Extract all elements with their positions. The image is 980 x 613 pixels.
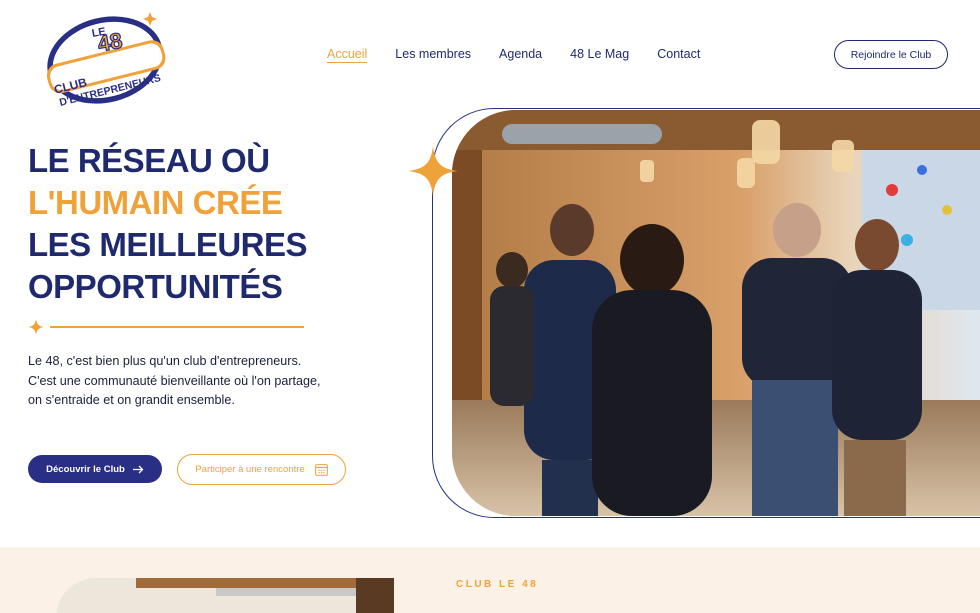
- sparkle-icon: [408, 146, 458, 196]
- headline-line-2: L'HUMAIN CRÉE: [28, 184, 283, 221]
- club-logo[interactable]: LE 48 CLUB D'ENTREPRENEURS: [38, 4, 172, 108]
- discover-club-label: Découvrir le Club: [46, 463, 125, 475]
- nav-item-agenda[interactable]: Agenda: [499, 46, 542, 63]
- hero-intro: Le 48, c'est bien plus qu'un club d'entr…: [28, 352, 348, 411]
- about-photo-image: [56, 578, 394, 613]
- nav-item-48-le-mag[interactable]: 48 Le Mag: [570, 46, 629, 63]
- networking-event-photo: [452, 110, 980, 516]
- headline-divider: [28, 318, 304, 336]
- logo-number-text: 48: [96, 28, 124, 57]
- about-section-kicker: CLUB LE 48: [456, 579, 539, 590]
- intro-line-3: on s'entraide et on grandit ensemble.: [28, 393, 235, 407]
- about-section-photo: [56, 578, 394, 613]
- hero-photo: [452, 110, 980, 516]
- discover-club-button[interactable]: Découvrir le Club: [28, 455, 162, 483]
- headline-line-1: LE RÉSEAU OÙ: [28, 142, 270, 179]
- hero-headline: LE RÉSEAU OÙ L'HUMAIN CRÉE LES MEILLEURE…: [28, 140, 308, 308]
- nav-item-accueil[interactable]: Accueil: [327, 46, 368, 63]
- intro-line-2: C'est une communauté bienveillante où l'…: [28, 373, 321, 388]
- headline-line-4: OPPORTUNITÉS: [28, 268, 283, 305]
- join-meeting-label: Participer à une rencontre: [195, 464, 305, 475]
- headline-line-3: LES MEILLEURES: [28, 226, 308, 263]
- join-club-button[interactable]: Rejoindre le Club: [834, 40, 948, 69]
- main-nav: Accueil Les membres Agenda 48 Le Mag Con…: [327, 46, 728, 63]
- calendar-icon: [314, 464, 328, 476]
- intro-line-1: Le 48, c'est bien plus qu'un club d'entr…: [28, 354, 302, 368]
- nav-item-les-membres[interactable]: Les membres: [395, 46, 471, 63]
- nav-item-contact[interactable]: Contact: [657, 46, 700, 63]
- arrow-right-icon: [132, 465, 144, 473]
- divider-line: [50, 326, 304, 328]
- join-meeting-button[interactable]: Participer à une rencontre: [177, 454, 346, 485]
- sparkle-small-icon: [28, 319, 44, 335]
